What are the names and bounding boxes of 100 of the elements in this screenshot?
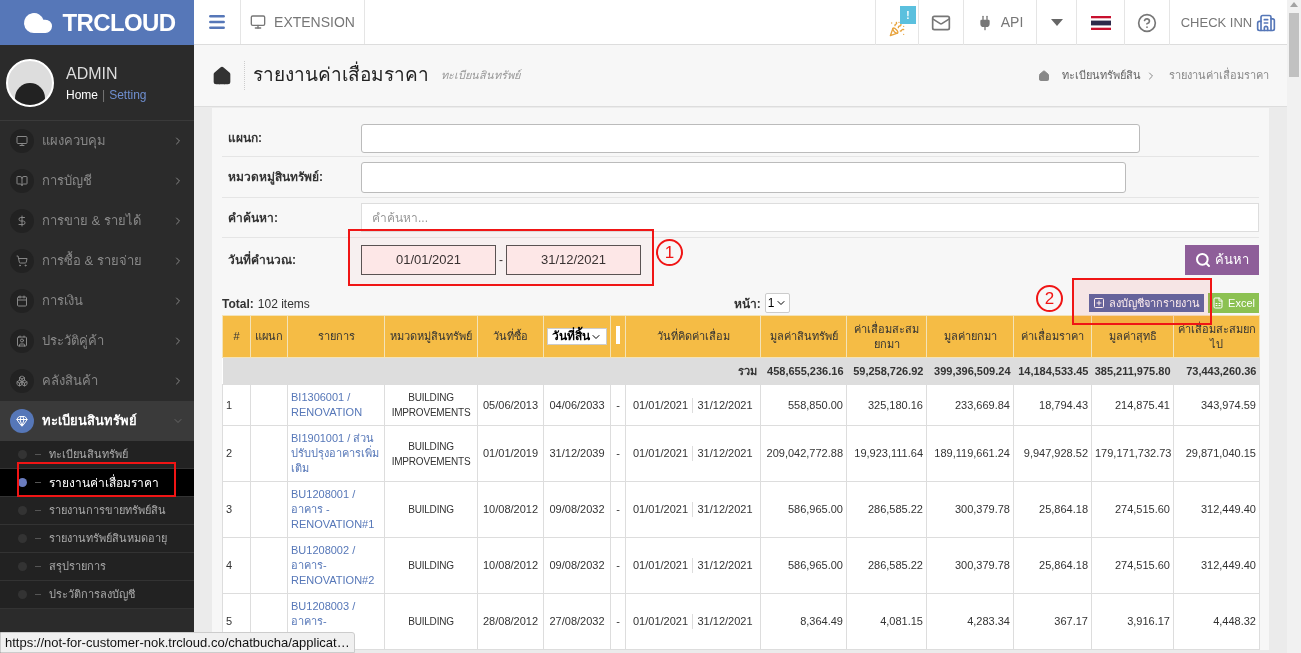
menu-icon <box>207 12 227 32</box>
table-cell: 209,042,772.88 <box>760 425 847 482</box>
sidebar-item[interactable]: ทะเบียนสินทรัพย์ <box>0 401 194 441</box>
table-cell: 01/01/2021 <box>629 614 693 629</box>
table-cell-text: 31/12/2021 <box>696 614 754 629</box>
sidebar-subitem[interactable]: ประวัติการลงบัญชี <box>0 581 194 609</box>
column-header: มูลค่าสุทธิ <box>1091 315 1174 358</box>
table-cell: 31/12/2039 <box>543 425 611 482</box>
table-cell: 4,448.32 <box>1173 593 1260 650</box>
table-cell: - <box>610 384 626 426</box>
brand-logo[interactable]: TRCLOUD <box>0 0 194 45</box>
scrollbar-thumb[interactable] <box>1289 13 1299 77</box>
sidebar-item[interactable]: การบัญชี <box>0 161 194 201</box>
sidebar-subitem[interactable]: สรุปรายการ <box>0 553 194 581</box>
table-cell: 1 <box>222 384 251 426</box>
table-cell: 3 <box>222 481 251 538</box>
table-cell-text: 31/12/2021 <box>696 397 754 413</box>
table-cell: 01/01/2021 <box>629 397 693 413</box>
category-field[interactable] <box>361 161 1126 193</box>
total-cell: 59,258,726.92 <box>846 357 927 385</box>
table-cell: 4,081.15 <box>846 593 927 650</box>
sidebar-label: การเงิน <box>42 292 84 311</box>
table-cell: BUILDING <box>384 481 478 538</box>
sidebar-subitem[interactable]: รายงานค่าเสื่อมราคา <box>0 469 194 497</box>
field-label: แผนก: <box>227 130 263 147</box>
page-subtitle: ทะเบียนสินทรัพย์ <box>441 68 520 84</box>
table-cell: 25,864.18 <box>1013 537 1092 594</box>
table-cell: - <box>610 537 626 594</box>
table-cell: 179,171,732.73 <box>1091 425 1174 482</box>
building-icon <box>1256 12 1277 33</box>
sidebar-label: ทะเบียนสินทรัพย์ <box>42 412 138 431</box>
sidebar-item[interactable]: คลังสินค้า <box>0 361 194 401</box>
annotation-number: 2 <box>1036 285 1063 312</box>
table-cell: 300,379.78 <box>926 537 1014 594</box>
table-cell-text: 31/12/2021 <box>696 558 754 573</box>
column-header: ค่าเสื่อมสะสมยกมา <box>846 315 927 358</box>
table-cell: 189,119,661.24 <box>926 425 1014 482</box>
total-label: Total: <box>222 296 254 313</box>
table-cell: 586,965.00 <box>760 481 847 538</box>
gem-icon <box>16 415 28 427</box>
sidebar-label: การซื้อ & รายจ่าย <box>42 251 143 271</box>
sidebar-item[interactable]: การซื้อ & รายจ่าย <box>0 241 194 281</box>
table-cell: 300,379.78 <box>926 481 1014 538</box>
table-cell: 18,794.43 <box>1013 384 1092 426</box>
contact-card-icon <box>16 335 28 347</box>
plus-icon <box>1093 297 1106 309</box>
search-button[interactable]: ค้นหา <box>1185 245 1259 275</box>
scroll-up-icon <box>1290 2 1298 7</box>
table-cell: - <box>610 481 626 538</box>
extension-button[interactable]: EXTENSION <box>240 0 365 44</box>
column-header: ค่าเสื่อมสะสมยกไป <box>1173 315 1260 358</box>
sidebar-label: ประวัติคู่ค้า <box>42 332 105 351</box>
date-from-field[interactable]: 01/01/2021 <box>361 245 496 275</box>
breadcrumb-link[interactable]: รายงานค่าเสื่อมราคา <box>1169 67 1269 84</box>
flag-icon <box>1090 15 1111 30</box>
date-to-field[interactable]: 31/12/2021 <box>506 245 641 275</box>
boxes-icon <box>16 375 28 387</box>
total-cell: 399,396,509.24 <box>926 357 1014 385</box>
total-label: รวม <box>222 357 761 385</box>
page-select[interactable]: 1 <box>764 293 790 313</box>
table-cell: 312,449.40 <box>1173 537 1260 594</box>
monitor-icon <box>250 14 267 30</box>
user-link[interactable]: Home <box>66 85 98 104</box>
scrollbar[interactable] <box>1287 0 1301 653</box>
breadcrumb-link[interactable]: ทะเบียนทรัพย์สิน <box>1062 67 1141 84</box>
table-cell: 286,585.22 <box>846 481 927 538</box>
table-cell: BUILDING IMPROVEMENTS <box>384 384 478 426</box>
date-separator: - <box>498 252 504 269</box>
table-cell: 8,364.49 <box>760 593 847 650</box>
sidebar-item[interactable]: แผงควบคุม <box>0 121 194 161</box>
table-cell: 01/01/2021 <box>629 502 693 517</box>
sidebar-item[interactable]: การขาย & รายได้ <box>0 201 194 241</box>
table-cell: 04/06/2033 <box>543 384 611 426</box>
table-cell: 343,974.59 <box>1173 384 1260 426</box>
user-link[interactable]: Setting <box>109 85 147 104</box>
table-cell: 312,449.40 <box>1173 481 1260 538</box>
sidebar-subitem[interactable]: ทะเบียนสินทรัพย์ <box>0 441 194 469</box>
table-cell: 4 <box>222 537 251 594</box>
home-icon <box>212 65 232 86</box>
annotation-number: 1 <box>656 239 683 266</box>
post-to-ledger-button[interactable]: ลงบัญชีจากรายงาน <box>1089 294 1205 312</box>
sidebar-subitem[interactable]: รายงานการขายทรัพย์สิน <box>0 497 194 525</box>
home-icon[interactable] <box>1038 69 1050 82</box>
table-cell: BUILDING <box>384 593 478 650</box>
sidebar-item[interactable]: การเงิน <box>0 281 194 321</box>
table-cell: BUILDING IMPROVEMENTS <box>384 425 478 482</box>
total-cell: 385,211,975.80 <box>1091 357 1174 385</box>
table-cell: 367.17 <box>1013 593 1092 650</box>
sidebar-item[interactable]: ประวัติคู่ค้า <box>0 321 194 361</box>
sidebar-label: การบัญชี <box>42 172 93 191</box>
user-name: ADMIN <box>66 63 119 84</box>
sidebar-subitem[interactable]: รายงานทรัพย์สินหมดอายุ <box>0 525 194 553</box>
keyword-field[interactable]: คำค้นหา... <box>361 203 1259 232</box>
column-header: มูลค่าสินทรัพย์ <box>760 315 847 358</box>
sidebar-label: การขาย & รายได้ <box>42 212 142 231</box>
end-date-select[interactable]: วันที่สิ้น <box>547 328 607 345</box>
table-cell: 27/08/2032 <box>543 593 611 650</box>
brand-name: TRCLOUD <box>62 7 176 38</box>
department-field[interactable] <box>361 123 1140 153</box>
table-cell: 9,947,928.52 <box>1013 425 1092 482</box>
